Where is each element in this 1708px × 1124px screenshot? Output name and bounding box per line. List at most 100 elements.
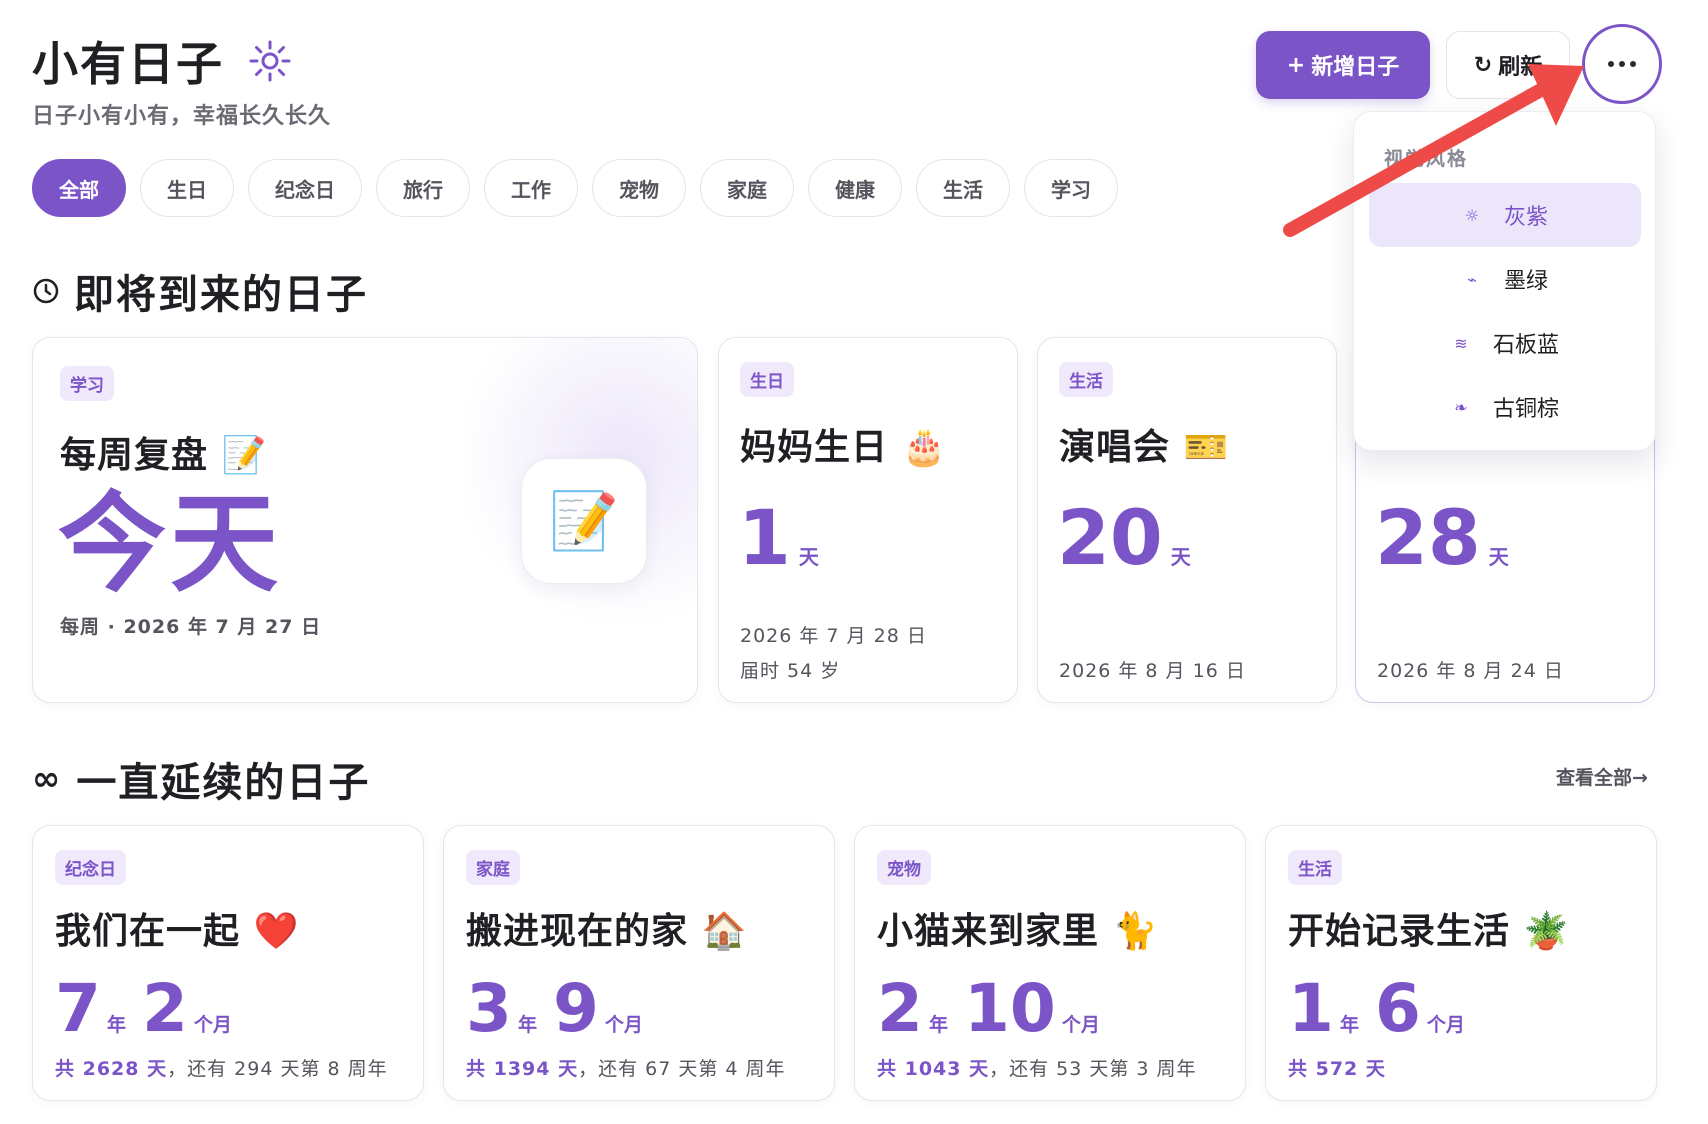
view-all-link[interactable]: 查看全部→ [1556, 763, 1648, 790]
clock-icon [33, 278, 59, 304]
more-icon [1608, 61, 1636, 67]
lasting-card[interactable]: 宠物 小猫来到家里 🐈 2 年 10 个月 共 1043 天，还有 53 天第 … [854, 825, 1246, 1101]
event-title: 开始记录生活 🪴 [1288, 911, 1570, 952]
filter-chip-pet[interactable]: 宠物 [592, 159, 686, 217]
days-number: 1 [738, 493, 791, 582]
theme-option-bronze-brown[interactable]: ❧ 古铜棕 [1369, 375, 1641, 439]
lasting-card[interactable]: 纪念日 我们在一起 ❤️ 7 年 2 个月 共 2628 天，还有 294 天第… [32, 825, 424, 1101]
total-days: 共 1394 天 [466, 1058, 579, 1080]
next-anniversary: ，还有 294 天第 8 周年 [167, 1058, 388, 1080]
category-filters: 全部 生日 纪念日 旅行 工作 宠物 家庭 健康 生活 学习 [32, 159, 1118, 217]
days-unit: 天 [798, 545, 819, 569]
memo-icon: 📝 [521, 458, 647, 584]
years-unit: 年 [928, 1014, 948, 1036]
event-date: 每周 · 2026 年 7 月 27 日 [60, 616, 322, 638]
duration: 2 年 10 个月 [877, 976, 1110, 1042]
days-countdown: 1 天 [738, 500, 819, 576]
months-number: 6 [1374, 970, 1421, 1047]
filter-chip-work[interactable]: 工作 [484, 159, 578, 217]
event-date: 2026 年 7 月 28 日 [740, 625, 927, 647]
category-tag: 学习 [60, 366, 114, 401]
days-number: 20 [1057, 493, 1163, 582]
theme-option-label: 灰紫 [1503, 205, 1548, 230]
event-title: 搬进现在的家 🏠 [466, 911, 748, 952]
category-tag: 家庭 [466, 850, 520, 885]
lasting-card[interactable]: 生活 开始记录生活 🪴 1 年 6 个月 共 572 天 [1265, 825, 1657, 1101]
total-days: 共 2628 天 [55, 1058, 168, 1080]
total-days: 共 572 天 [1288, 1058, 1386, 1080]
sun-icon [249, 40, 291, 82]
refresh-button[interactable]: ↻ 刷新 [1446, 31, 1570, 99]
filter-chip-family[interactable]: 家庭 [700, 159, 794, 217]
event-title: 小猫来到家里 🐈 [877, 911, 1159, 952]
app-title-row: 小有日子 [32, 28, 292, 94]
theme-dropdown: 视觉风格 ☼ 灰紫 ⌁ 墨绿 ≋ 石板蓝 ❧ 古铜棕 [1353, 111, 1656, 451]
age-note: 届时 54 岁 [740, 660, 841, 682]
plus-icon: + [1286, 52, 1306, 78]
months-number: 9 [552, 970, 599, 1047]
duration: 1 年 6 个月 [1288, 976, 1475, 1042]
days-countdown: 28 天 [1375, 500, 1509, 576]
next-anniversary: ，还有 67 天第 4 周年 [578, 1058, 786, 1080]
filter-chip-travel[interactable]: 旅行 [376, 159, 470, 217]
sun-icon: ☼ [1464, 205, 1480, 225]
days-countdown: 20 天 [1057, 500, 1191, 576]
today-label: 今天 [58, 482, 283, 607]
years-number: 3 [466, 970, 512, 1047]
filter-chip-birthday[interactable]: 生日 [140, 159, 234, 217]
months-unit: 个月 [604, 1014, 643, 1036]
days-number: 28 [1375, 493, 1481, 582]
event-title: 我们在一起 ❤️ [55, 911, 300, 952]
category-tag: 生活 [1059, 362, 1113, 397]
months-number: 2 [141, 970, 188, 1047]
years-number: 2 [877, 970, 923, 1047]
event-date: 2026 年 8 月 16 日 [1059, 660, 1246, 682]
upcoming-section-title: 即将到来的日子 [32, 262, 368, 320]
duration: 7 年 2 个月 [55, 976, 242, 1042]
filter-chip-all[interactable]: 全部 [32, 159, 126, 217]
category-tag: 宠物 [877, 850, 931, 885]
months-unit: 个月 [1426, 1014, 1465, 1036]
duration-stats: 共 1043 天，还有 53 天第 3 周年 [877, 1054, 1197, 1081]
dropdown-label: 视觉风格 [1384, 148, 1469, 170]
upcoming-card[interactable]: 生日 妈妈生日 🎂 1 天 2026 年 7 月 28 日 届时 54 岁 [718, 337, 1018, 703]
category-tag: 生日 [740, 362, 794, 397]
upcoming-card[interactable]: 生活 演唱会 🎫 20 天 2026 年 8 月 16 日 [1037, 337, 1337, 703]
infinity-icon: ∞ [32, 759, 63, 799]
filter-chip-study[interactable]: 学习 [1024, 159, 1118, 217]
years-unit: 年 [517, 1014, 537, 1036]
years-unit: 年 [106, 1014, 126, 1036]
months-unit: 个月 [193, 1014, 232, 1036]
category-tag: 生活 [1288, 850, 1342, 885]
months-unit: 个月 [1061, 1014, 1100, 1036]
duration-stats: 共 1394 天，还有 67 天第 4 周年 [466, 1054, 786, 1081]
zigzag-icon: ⌁ [1467, 269, 1477, 289]
theme-option-slate-blue[interactable]: ≋ 石板蓝 [1369, 311, 1641, 375]
theme-option-ink-green[interactable]: ⌁ 墨绿 [1369, 247, 1641, 311]
duration: 3 年 9 个月 [466, 976, 653, 1042]
event-title: 每周复盘 📝 [60, 435, 268, 476]
hero-card[interactable]: 学习 每周复盘 📝 今天 每周 · 2026 年 7 月 27 日 📝 [32, 337, 698, 703]
months-number: 10 [963, 970, 1056, 1047]
years-unit: 年 [1339, 1014, 1359, 1036]
refresh-icon: ↻ [1473, 52, 1493, 78]
event-title: 演唱会 🎫 [1059, 427, 1230, 468]
duration-stats: 共 2628 天，还有 294 天第 8 周年 [55, 1054, 388, 1081]
app-title: 小有日子 [32, 37, 224, 91]
theme-option-label: 墨绿 [1503, 269, 1548, 294]
theme-option-label: 古铜棕 [1492, 397, 1559, 422]
category-tag: 纪念日 [55, 850, 126, 885]
add-day-button[interactable]: + 新增日子 [1256, 31, 1430, 99]
filter-chip-health[interactable]: 健康 [808, 159, 902, 217]
years-number: 7 [55, 970, 101, 1047]
lasting-title-text: 一直延续的日子 [76, 760, 371, 806]
more-menu-button[interactable] [1582, 24, 1662, 104]
leaf-icon: ❧ [1454, 397, 1468, 417]
filter-chip-anniversary[interactable]: 纪念日 [248, 159, 362, 217]
lasting-card[interactable]: 家庭 搬进现在的家 🏠 3 年 9 个月 共 1394 天，还有 67 天第 4… [443, 825, 835, 1101]
filter-chip-life[interactable]: 生活 [916, 159, 1010, 217]
next-anniversary: ，还有 53 天第 3 周年 [989, 1058, 1197, 1080]
event-title: 妈妈生日 🎂 [740, 427, 948, 468]
total-days: 共 1043 天 [877, 1058, 990, 1080]
theme-option-gray-purple[interactable]: ☼ 灰紫 [1369, 183, 1641, 247]
